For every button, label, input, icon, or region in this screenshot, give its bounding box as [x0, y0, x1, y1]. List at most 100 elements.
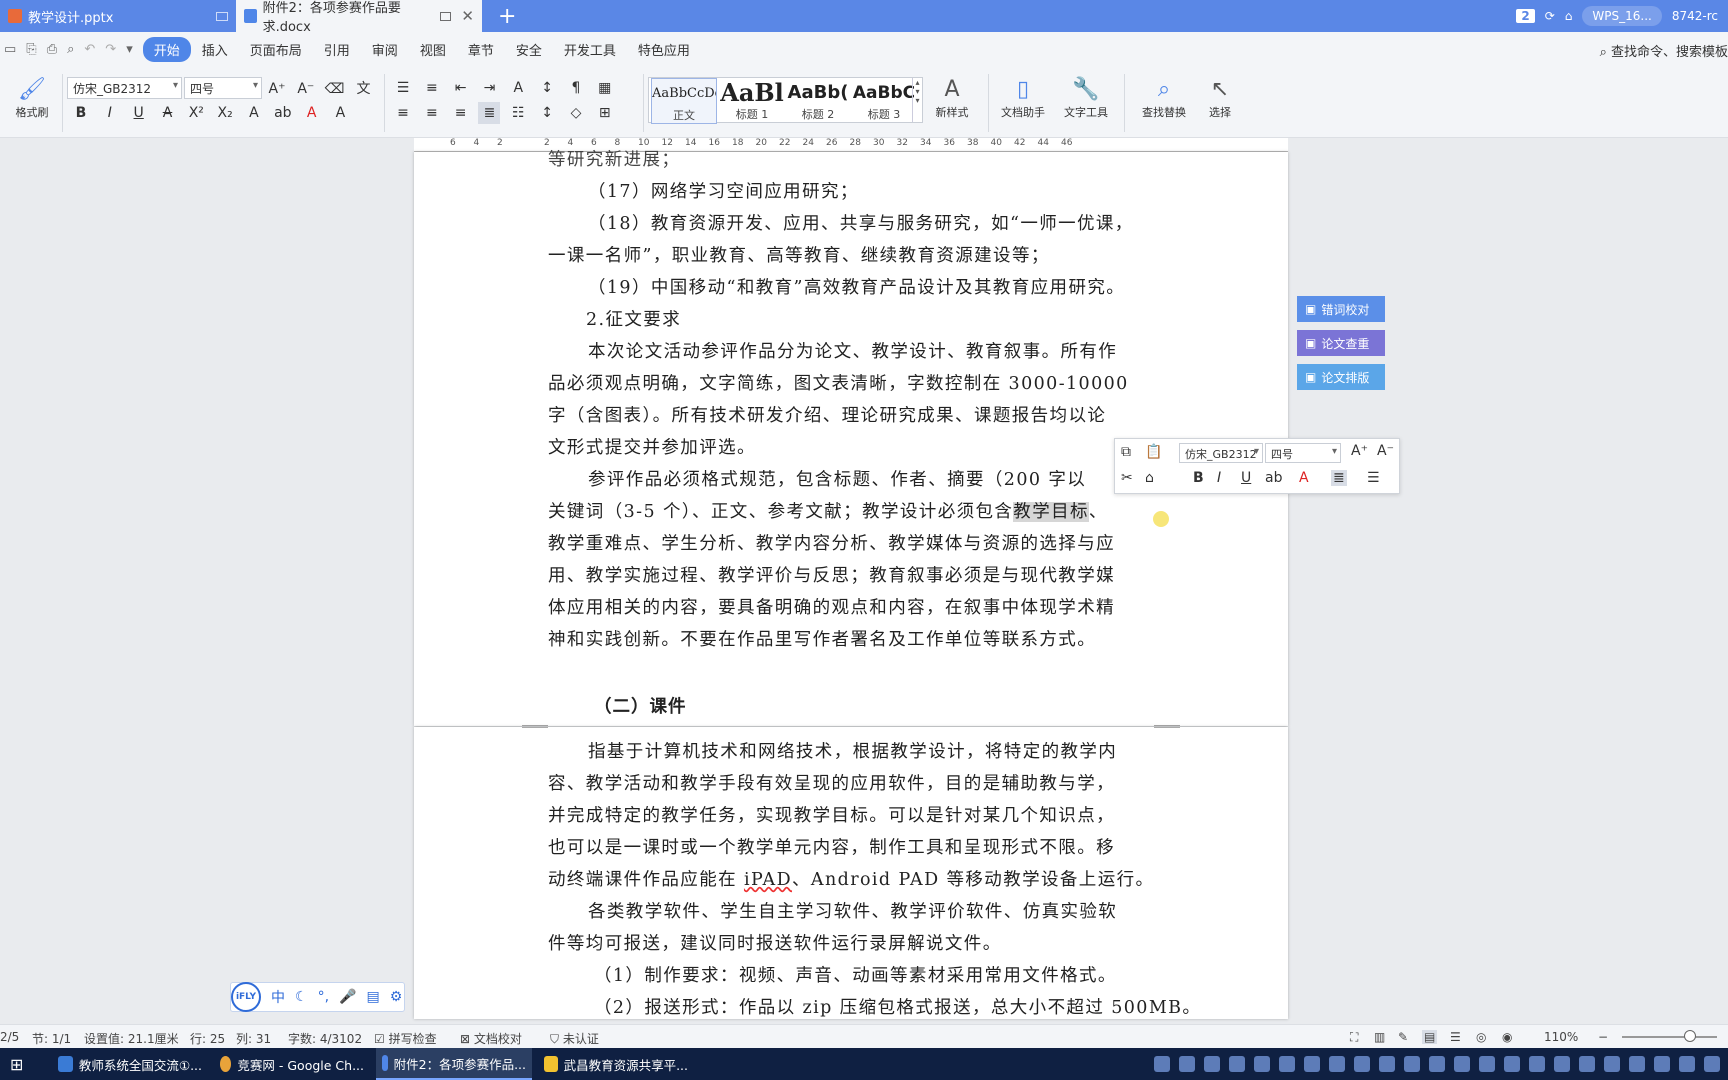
show-marks-icon[interactable]: ¶	[565, 77, 587, 99]
status-setting[interactable]: 设置值: 21.1厘米	[84, 1030, 179, 1047]
doc-line[interactable]: 一课一名师”，职业教育、高等教育、继续教育资源建设等；	[548, 242, 1050, 267]
doc-line[interactable]: 也可以是一课时或一个教学单元内容，制作工具和呈现形式不限。移	[548, 834, 1115, 859]
zoom-slider-track[interactable]	[1622, 1036, 1717, 1038]
doc-line[interactable]: 用、教学实施过程、教学评价与反思；教育叙事必须是与现代教学媒	[548, 562, 1115, 587]
font-color-icon[interactable]: A	[1299, 470, 1309, 486]
tray-icon[interactable]	[1529, 1056, 1545, 1072]
customize-icon[interactable]: ▾	[126, 42, 133, 57]
bold-icon[interactable]: B	[1193, 470, 1204, 486]
doc-line[interactable]: 品必须观点明确，文字简练，图文表清晰，字数控制在 3000-10000	[548, 370, 1129, 395]
numbering-icon[interactable]: ≡	[421, 77, 443, 99]
tray-icon[interactable]	[1379, 1056, 1395, 1072]
undo-icon[interactable]: ↶	[84, 42, 95, 57]
skin-icon[interactable]: ⟳	[1545, 9, 1555, 23]
doc-line[interactable]: 关键词（3-5 个）、正文、参考文献；教学设计必须包含教学目标、	[548, 498, 1108, 523]
keyboard-icon[interactable]: ▤	[366, 989, 379, 1005]
clear-format-icon[interactable]: ⌫	[324, 78, 346, 100]
spelling-error-word[interactable]: iPAD	[744, 870, 792, 890]
menu-chapter[interactable]: 章节	[457, 37, 505, 62]
highlight-icon[interactable]: ab	[1265, 470, 1282, 486]
typo-check-button[interactable]: ▣ 错词校对	[1297, 296, 1385, 322]
strikethrough-icon[interactable]: A	[156, 102, 178, 124]
doc-line[interactable]: 指基于计算机技术和网络技术，根据教学设计，将特定的教学内	[588, 738, 1117, 763]
doc-line[interactable]: （18）教育资源开发、应用、共享与服务研究，如“一师一优课，	[588, 210, 1134, 235]
tray-icon[interactable]	[1404, 1056, 1420, 1072]
font-size-select[interactable]: 四号	[184, 77, 262, 99]
tray-icon[interactable]	[1604, 1056, 1620, 1072]
tray-icon[interactable]	[1254, 1056, 1270, 1072]
line-spacing-icon[interactable]: ☰	[1367, 470, 1380, 486]
doc-line[interactable]: 本次论文活动参评作品分为论文、教学设计、教育叙事。所有作	[588, 338, 1117, 363]
moon-icon[interactable]: ☾	[295, 989, 308, 1005]
menu-home[interactable]: 开始	[142, 36, 191, 62]
shrink-font-icon[interactable]: A⁻	[295, 78, 317, 100]
tray-icon[interactable]	[1704, 1056, 1720, 1072]
zoom-level[interactable]: 110%	[1544, 1030, 1578, 1044]
ifly-logo[interactable]: iFLY	[231, 982, 261, 1012]
status-wordcount[interactable]: 字数: 4/3102	[288, 1030, 362, 1047]
command-search[interactable]: ⌕ 查找命令、搜索模板	[1600, 41, 1728, 60]
plagiarism-check-button[interactable]: ▣ 论文查重	[1297, 330, 1385, 356]
paper-layout-button[interactable]: ▣ 论文排版	[1297, 364, 1385, 390]
chinese-layout-icon[interactable]: A	[507, 77, 529, 99]
tray-icon[interactable]	[1654, 1056, 1670, 1072]
taskbar-item[interactable]: 武昌教育资源共享平...	[538, 1048, 694, 1080]
window-count-badge[interactable]: 2	[1516, 9, 1535, 23]
mini-font-size-select[interactable]: 四号	[1265, 443, 1341, 463]
doc-line[interactable]: （1）制作要求：视频、声音、动画等素材采用常用文件格式。	[594, 962, 1117, 987]
auth-status[interactable]: ⛉ 未认证	[550, 1030, 599, 1047]
new-style-button[interactable]: A 新样式	[929, 76, 975, 120]
doc-line[interactable]: （2）报送形式：作品以 zip 压缩包格式报送，总大小不超过 500MB。	[594, 994, 1201, 1019]
align-center-icon[interactable]: ≡	[421, 102, 443, 124]
tray-icon[interactable]	[1629, 1056, 1645, 1072]
redo-icon[interactable]: ↷	[105, 42, 116, 57]
format-painter-button[interactable]: 🖌 格式刷	[10, 76, 54, 120]
microphone-icon[interactable]: 🎤	[339, 989, 356, 1005]
bullets-icon[interactable]: ☰	[392, 77, 414, 99]
distribute-icon[interactable]: ☷	[507, 102, 529, 124]
doc-line[interactable]: 件等均可报送，建议同时报送软件运行录屏解说文件。	[548, 930, 1002, 955]
tab-pptx[interactable]: 教学设计.pptx	[0, 0, 236, 32]
taskbar-item[interactable]: 教师系统全国交流①...	[52, 1048, 208, 1080]
menu-security[interactable]: 安全	[505, 37, 553, 62]
outline-view-icon[interactable]: ☰	[1450, 1030, 1461, 1044]
justify-icon[interactable]: ≣	[478, 102, 501, 124]
page-view-icon[interactable]: ▤	[1422, 1030, 1438, 1044]
doc-line[interactable]: 各类教学软件、学生自主学习软件、教学评价软件、仿真实验软	[588, 898, 1117, 923]
shrink-font-icon[interactable]: A⁻	[1377, 443, 1394, 459]
shading-icon[interactable]: ◇	[565, 102, 587, 124]
doc-assistant-button[interactable]: ▯ 文档助手	[996, 76, 1050, 120]
doc-line[interactable]: 文形式提交并参加评选。	[548, 434, 756, 459]
tray-icon[interactable]	[1479, 1056, 1495, 1072]
cut-icon[interactable]: ✂	[1121, 470, 1133, 486]
doc-line[interactable]: 2.征文要求	[586, 306, 681, 331]
menu-review[interactable]: 审阅	[361, 37, 409, 62]
copy-icon[interactable]: ⧉	[1121, 444, 1131, 460]
doc-line[interactable]: 动终端课件作品应能在 iPAD、Android PAD 等移动教学设备上运行。	[548, 866, 1154, 891]
tray-icon[interactable]	[1229, 1056, 1245, 1072]
spell-check-button[interactable]: ☑ 拼写检查	[374, 1030, 437, 1047]
align-right-icon[interactable]: ≡	[450, 102, 472, 124]
tray-icon[interactable]	[1579, 1056, 1595, 1072]
subscript-icon[interactable]: X₂	[214, 102, 236, 124]
edit-icon[interactable]: ✎	[1398, 1030, 1408, 1044]
menu-references[interactable]: 引用	[313, 37, 361, 62]
shirt-icon[interactable]: ⌂	[1565, 9, 1573, 23]
grow-font-icon[interactable]: A⁺	[266, 78, 288, 100]
web-view-icon[interactable]: ◎	[1476, 1030, 1486, 1044]
eye-protect-icon[interactable]: ◉	[1502, 1030, 1512, 1044]
borders-icon[interactable]: ⊞	[594, 102, 616, 124]
mini-font-name-select[interactable]: 仿宋_GB2312	[1179, 443, 1263, 463]
menu-developer[interactable]: 开发工具	[553, 37, 627, 62]
doc-line[interactable]: 并完成特定的教学任务，实现教学目标。可以是针对某几个知识点，	[548, 802, 1115, 827]
style-heading-1[interactable]: AaBl 标题 1	[719, 78, 785, 124]
selected-text[interactable]: 教学目标	[1013, 502, 1089, 522]
taskbar-item[interactable]: 竞赛网 - Google Ch...	[214, 1048, 370, 1080]
reading-mode-icon[interactable]: ▥	[1374, 1030, 1385, 1044]
print-icon[interactable]: ⎙	[47, 42, 57, 57]
section-heading[interactable]: （二）课件	[594, 693, 687, 718]
style-heading-2[interactable]: AaBb( 标题 2	[785, 78, 851, 124]
underline-icon[interactable]: U	[128, 102, 150, 124]
new-tab-plus-icon[interactable]: +	[498, 4, 516, 29]
increase-indent-icon[interactable]: ⇥	[478, 77, 500, 99]
